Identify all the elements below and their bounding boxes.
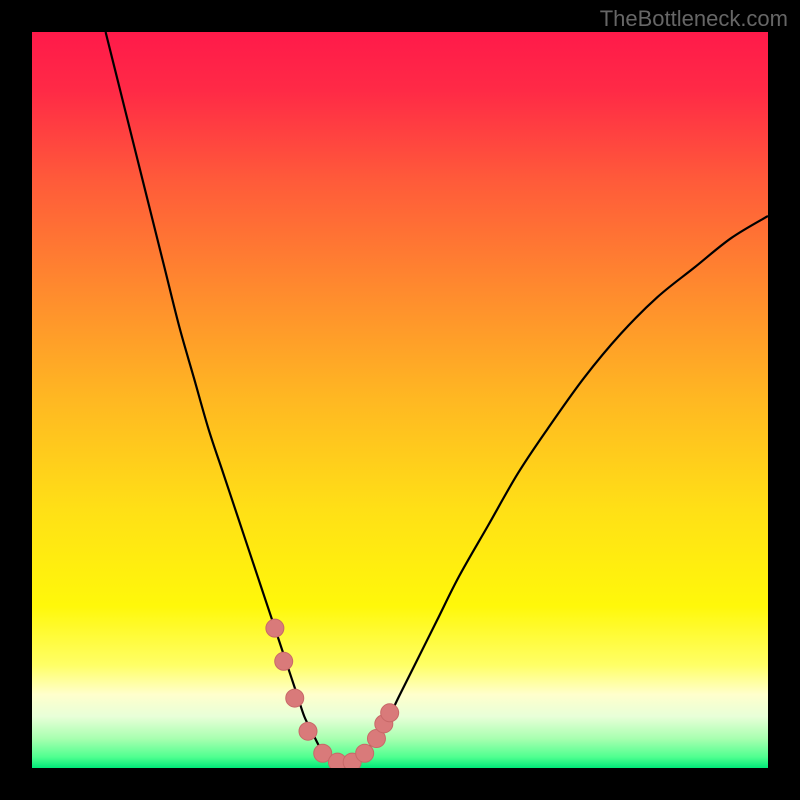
marker-point — [356, 744, 374, 762]
bottleneck-curve — [106, 32, 768, 765]
watermark-text: TheBottleneck.com — [600, 6, 788, 32]
marker-point — [266, 619, 284, 637]
curve-layer — [32, 32, 768, 768]
marker-point — [275, 652, 293, 670]
marker-point — [381, 704, 399, 722]
plot-area — [32, 32, 768, 768]
marker-point — [286, 689, 304, 707]
highlight-markers — [266, 619, 399, 768]
marker-point — [299, 722, 317, 740]
